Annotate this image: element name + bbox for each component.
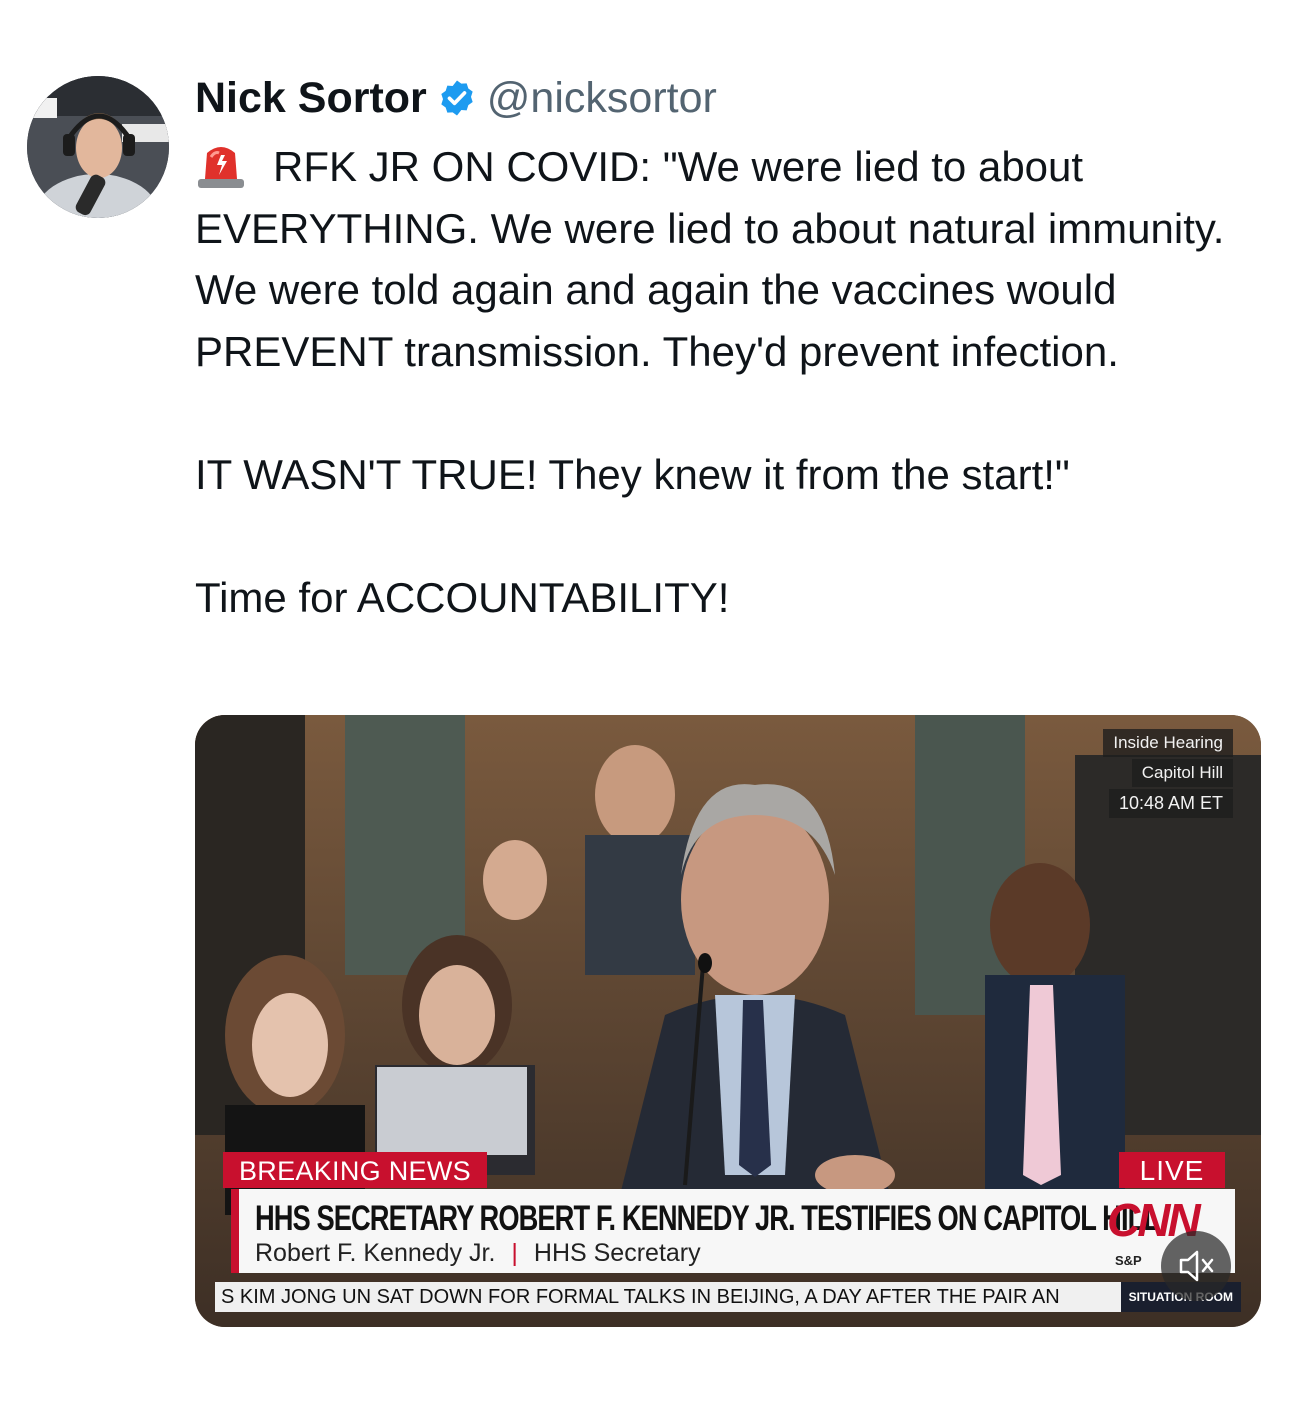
live-label: LIVE: [1119, 1152, 1225, 1188]
overlay-location-1: Inside Hearing: [1103, 729, 1233, 757]
chyron: HHS SECRETARY ROBERT F. KENNEDY JR. TEST…: [231, 1189, 1235, 1273]
news-ticker: S KIM JONG UN SAT DOWN FOR FORMAL TALKS …: [215, 1282, 1241, 1312]
author-name[interactable]: Nick Sortor: [195, 74, 427, 123]
person-name: Robert F. Kennedy Jr.: [255, 1239, 496, 1267]
mute-button[interactable]: [1161, 1231, 1231, 1301]
overlay-location-2: Capitol Hill: [1131, 759, 1233, 787]
chyron-headline: HHS SECRETARY ROBERT F. KENNEDY JR. TEST…: [255, 1199, 1160, 1238]
breaking-news-label: BREAKING NEWS: [223, 1152, 487, 1188]
chyron-separator: |: [511, 1239, 518, 1267]
avatar[interactable]: [27, 76, 169, 218]
overlay-time: 10:48 AM ET: [1108, 789, 1233, 818]
police-siren-emoji-icon: [198, 147, 244, 188]
author-handle[interactable]: @nicksortor: [487, 74, 717, 123]
tweet-line-1: RFK JR ON COVID: "We were lied to about …: [195, 143, 1225, 375]
speaker-muted-icon: [1179, 1250, 1214, 1282]
ticker-text: S KIM JONG UN SAT DOWN FOR FORMAL TALKS …: [221, 1286, 1060, 1308]
tweet-text: RFK JR ON COVID: "We were lied to about …: [195, 136, 1255, 628]
person-title: HHS Secretary: [533, 1239, 701, 1267]
tweet-paragraph-1: RFK JR ON COVID: "We were lied to about …: [195, 136, 1255, 382]
tweet-header: Nick Sortor @nicksortor: [195, 70, 717, 126]
verified-badge-icon: [441, 80, 473, 116]
tweet-line-3: Time for ACCOUNTABILITY!: [195, 573, 730, 621]
chyron-subline: Robert F. Kennedy Jr. | HHS Secretary: [255, 1239, 701, 1268]
tweet-line-2: IT WASN'T TRUE! They knew it from the st…: [195, 450, 1070, 498]
market-label: S&P: [1115, 1253, 1142, 1268]
video-player[interactable]: Inside Hearing Capitol Hill 10:48 AM ET …: [195, 715, 1261, 1327]
